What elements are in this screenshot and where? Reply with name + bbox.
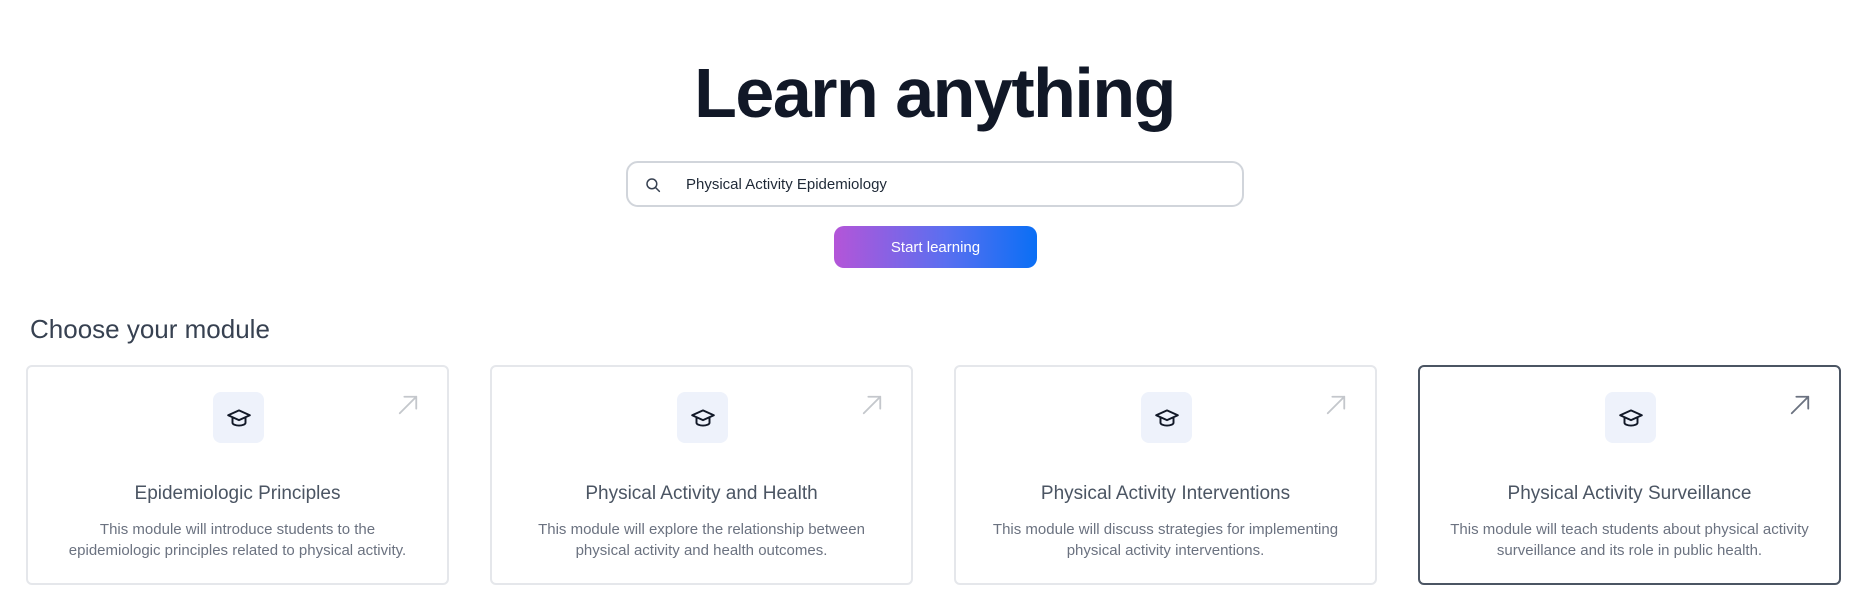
arrow-up-right-icon (398, 395, 418, 415)
module-title: Epidemiologic Principles (134, 483, 341, 504)
module-card-physical-activity-interventions[interactable]: Physical Activity Interventions This mod… (954, 365, 1377, 585)
module-description: This module will discuss strategies for … (992, 521, 1339, 559)
module-icon-box (1605, 392, 1656, 443)
module-description: This module will introduce students to t… (68, 521, 407, 559)
module-card-physical-activity-and-health[interactable]: Physical Activity and Health This module… (490, 365, 913, 585)
graduation-cap-icon (1618, 408, 1643, 427)
page: Learn anything Start learning Choose you… (0, 0, 1869, 605)
page-title: Learn anything (694, 54, 1176, 132)
arrow-up-right-icon (1790, 395, 1810, 415)
module-description: This module will explore the relationshi… (538, 521, 865, 559)
start-learning-button[interactable]: Start learning (834, 226, 1037, 268)
module-card-epidemiologic-principles[interactable]: Epidemiologic Principles This module wil… (26, 365, 449, 585)
arrow-up-right-icon (862, 395, 882, 415)
search-box[interactable] (626, 161, 1244, 207)
graduation-cap-icon (1154, 408, 1179, 427)
graduation-cap-icon (226, 408, 251, 427)
module-icon-box (1141, 392, 1192, 443)
module-title: Physical Activity Interventions (1040, 483, 1291, 504)
module-card-physical-activity-surveillance[interactable]: Physical Activity Surveillance This modu… (1418, 365, 1841, 585)
search-input[interactable] (686, 163, 1226, 205)
module-icon-box (213, 392, 264, 443)
module-icon-box (677, 392, 728, 443)
module-description: This module will teach students about ph… (1450, 521, 1809, 559)
search-icon (646, 178, 661, 193)
section-title: Choose your module (30, 314, 270, 344)
module-title: Physical Activity and Health (585, 483, 818, 504)
arrow-up-right-icon (1326, 395, 1346, 415)
module-title: Physical Activity Surveillance (1507, 483, 1752, 504)
graduation-cap-icon (690, 408, 715, 427)
